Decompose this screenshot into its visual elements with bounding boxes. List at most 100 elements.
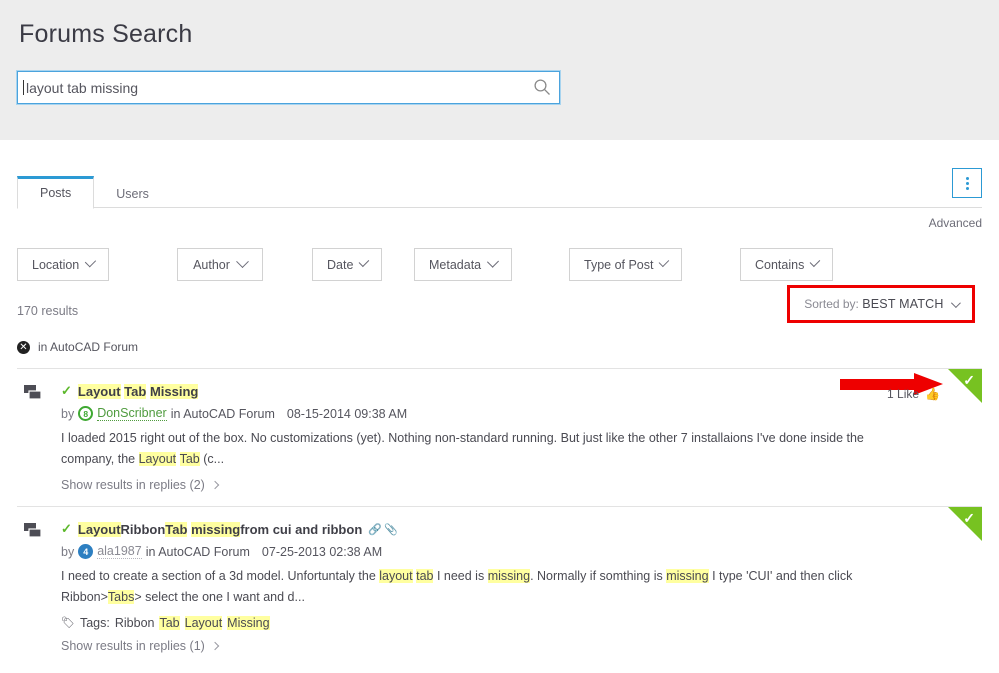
show-replies-label: Show results in replies (2) bbox=[61, 478, 205, 493]
close-circle-icon[interactable]: ✕ bbox=[17, 340, 30, 354]
title-token: Ribbon bbox=[120, 521, 166, 537]
title-token: Missing bbox=[149, 383, 199, 399]
chevron-right-icon bbox=[210, 481, 220, 490]
chevron-down-icon bbox=[85, 256, 97, 268]
tag-icon: 🏷 bbox=[61, 617, 75, 629]
search-container: layout tab missing bbox=[16, 70, 561, 105]
timestamp: 08-15-2014 09:38 AM bbox=[286, 406, 408, 421]
snippet-token: Tab bbox=[179, 451, 200, 466]
chevron-down-icon bbox=[809, 256, 821, 267]
sort-annotation-box: Sorted by: BEST MATCH bbox=[787, 285, 975, 323]
filter-author[interactable]: Author bbox=[177, 248, 263, 281]
tags-label: Tags: bbox=[79, 615, 110, 630]
page-header: Forums Search layout tab missing bbox=[0, 0, 999, 140]
snippet-token: I need to create a section of a 3d model… bbox=[61, 569, 380, 584]
results-list: ✓ 1 Like 👍 ✓ Layout Tab Missing by 8 Don… bbox=[17, 368, 982, 667]
results-count: 170 results bbox=[17, 304, 79, 318]
title-token: Tab bbox=[165, 521, 188, 537]
filter-bar: Location Author Date Metadata Type of Po… bbox=[17, 248, 982, 281]
tag-item[interactable]: Layout bbox=[184, 615, 223, 630]
sort-control[interactable]: Sorted by: BEST MATCH bbox=[804, 297, 961, 311]
chevron-down-icon bbox=[236, 255, 249, 269]
title-token: from cui and ribbon bbox=[240, 521, 363, 537]
snippet-token: missing bbox=[487, 569, 531, 584]
active-filter-chip: ✕ in AutoCAD Forum bbox=[17, 338, 982, 356]
forum-label: in AutoCAD Forum bbox=[145, 544, 250, 559]
filter-metadata-label: Metadata bbox=[429, 257, 482, 272]
snippet-token: Tabs bbox=[107, 589, 135, 604]
snippet-token: (c... bbox=[199, 451, 225, 466]
chevron-down-icon bbox=[950, 298, 961, 309]
filter-location[interactable]: Location bbox=[17, 248, 109, 281]
tag-item[interactable]: Missing bbox=[227, 615, 270, 630]
check-icon: ✓ bbox=[963, 372, 975, 388]
check-icon: ✓ bbox=[963, 510, 975, 527]
solved-corner-flag: ✓ bbox=[948, 507, 982, 542]
filter-location-label: Location bbox=[32, 257, 80, 272]
result-byline: by 4 ala1987 in AutoCAD Forum 07-25-2013… bbox=[61, 544, 892, 560]
tags-row: 🏷 Tags: Ribbon Tab Layout Missing bbox=[61, 615, 892, 630]
result-item: ✓ ✓ Layout Ribbon Tab missing from cui a… bbox=[17, 506, 982, 666]
chevron-down-icon bbox=[359, 256, 370, 267]
chevron-right-icon bbox=[210, 641, 220, 650]
title-token: missing bbox=[191, 521, 241, 537]
forum-label: in AutoCAD Forum bbox=[170, 406, 275, 421]
chevron-down-icon bbox=[487, 255, 500, 268]
result-byline: by 8 DonScribner in AutoCAD Forum 08-15-… bbox=[61, 406, 892, 421]
tag-item[interactable]: Tab bbox=[159, 615, 180, 630]
snippet-token: missing bbox=[666, 569, 709, 584]
result-snippet: I loaded 2015 right out of the box. No c… bbox=[61, 428, 892, 469]
snippet-token: > select the one I want and d... bbox=[134, 589, 305, 604]
conversation-icon bbox=[17, 521, 61, 652]
thumbs-up-icon[interactable]: 👍 bbox=[925, 387, 940, 401]
show-replies-link[interactable]: Show results in replies (1) bbox=[61, 638, 220, 653]
result-snippet: I need to create a section of a 3d model… bbox=[61, 566, 892, 607]
author-link[interactable]: DonScribner bbox=[97, 406, 167, 421]
search-icon[interactable] bbox=[533, 78, 551, 96]
conversation-icon bbox=[17, 383, 61, 492]
active-filter-label: in AutoCAD Forum bbox=[38, 340, 139, 354]
tag-item[interactable]: Ribbon bbox=[115, 616, 155, 630]
page-title: Forums Search bbox=[19, 20, 193, 48]
by-label: by bbox=[61, 544, 75, 559]
filter-type-of-post-label: Type of Post bbox=[584, 257, 654, 272]
kebab-dot bbox=[965, 186, 969, 190]
title-token: Layout bbox=[77, 383, 121, 399]
advanced-link[interactable]: Advanced bbox=[17, 216, 982, 230]
show-replies-link[interactable]: Show results in replies (2) bbox=[61, 478, 220, 493]
sort-prefix-label: Sorted by: bbox=[804, 297, 859, 311]
search-input[interactable]: layout tab missing bbox=[16, 70, 561, 105]
snippet-token: . Normally if somthing is bbox=[530, 569, 667, 584]
like-count: 1 Like bbox=[887, 387, 920, 401]
filter-author-label: Author bbox=[193, 257, 230, 272]
kebab-dot bbox=[965, 176, 969, 180]
tab-bar: Posts Users bbox=[17, 168, 982, 209]
by-label: by bbox=[61, 406, 75, 421]
snippet-token: I need is bbox=[433, 569, 488, 584]
filter-contains[interactable]: Contains bbox=[740, 248, 833, 281]
snippet-token: layout bbox=[379, 569, 413, 584]
title-token: Tab bbox=[124, 383, 147, 399]
result-title[interactable]: ✓ Layout Tab Missing bbox=[61, 383, 892, 399]
like-count-group: 1 Like 👍 bbox=[887, 387, 940, 401]
search-input-value: layout tab missing bbox=[22, 79, 139, 96]
link-icon: 🔗📎 bbox=[368, 523, 400, 536]
filter-metadata[interactable]: Metadata bbox=[414, 248, 512, 281]
show-replies-label: Show results in replies (1) bbox=[61, 638, 205, 653]
check-icon: ✓ bbox=[61, 521, 72, 537]
filter-date-label: Date bbox=[327, 257, 354, 272]
snippet-token: Layout bbox=[138, 451, 177, 466]
check-icon: ✓ bbox=[61, 383, 72, 398]
filter-date[interactable]: Date bbox=[312, 248, 382, 281]
tab-list: Posts Users bbox=[17, 170, 982, 209]
author-link[interactable]: ala1987 bbox=[97, 544, 142, 560]
filter-contains-label: Contains bbox=[755, 257, 805, 272]
tab-posts[interactable]: Posts bbox=[17, 176, 95, 209]
kebab-dot bbox=[965, 181, 969, 185]
result-title[interactable]: ✓ Layout Ribbon Tab missing from cui and… bbox=[61, 521, 892, 537]
kebab-vertical-icon[interactable] bbox=[952, 168, 982, 198]
rank-badge: 8 bbox=[78, 406, 94, 421]
title-token: Layout bbox=[77, 521, 121, 537]
filter-type-of-post[interactable]: Type of Post bbox=[569, 248, 682, 281]
tab-users[interactable]: Users bbox=[94, 178, 171, 209]
